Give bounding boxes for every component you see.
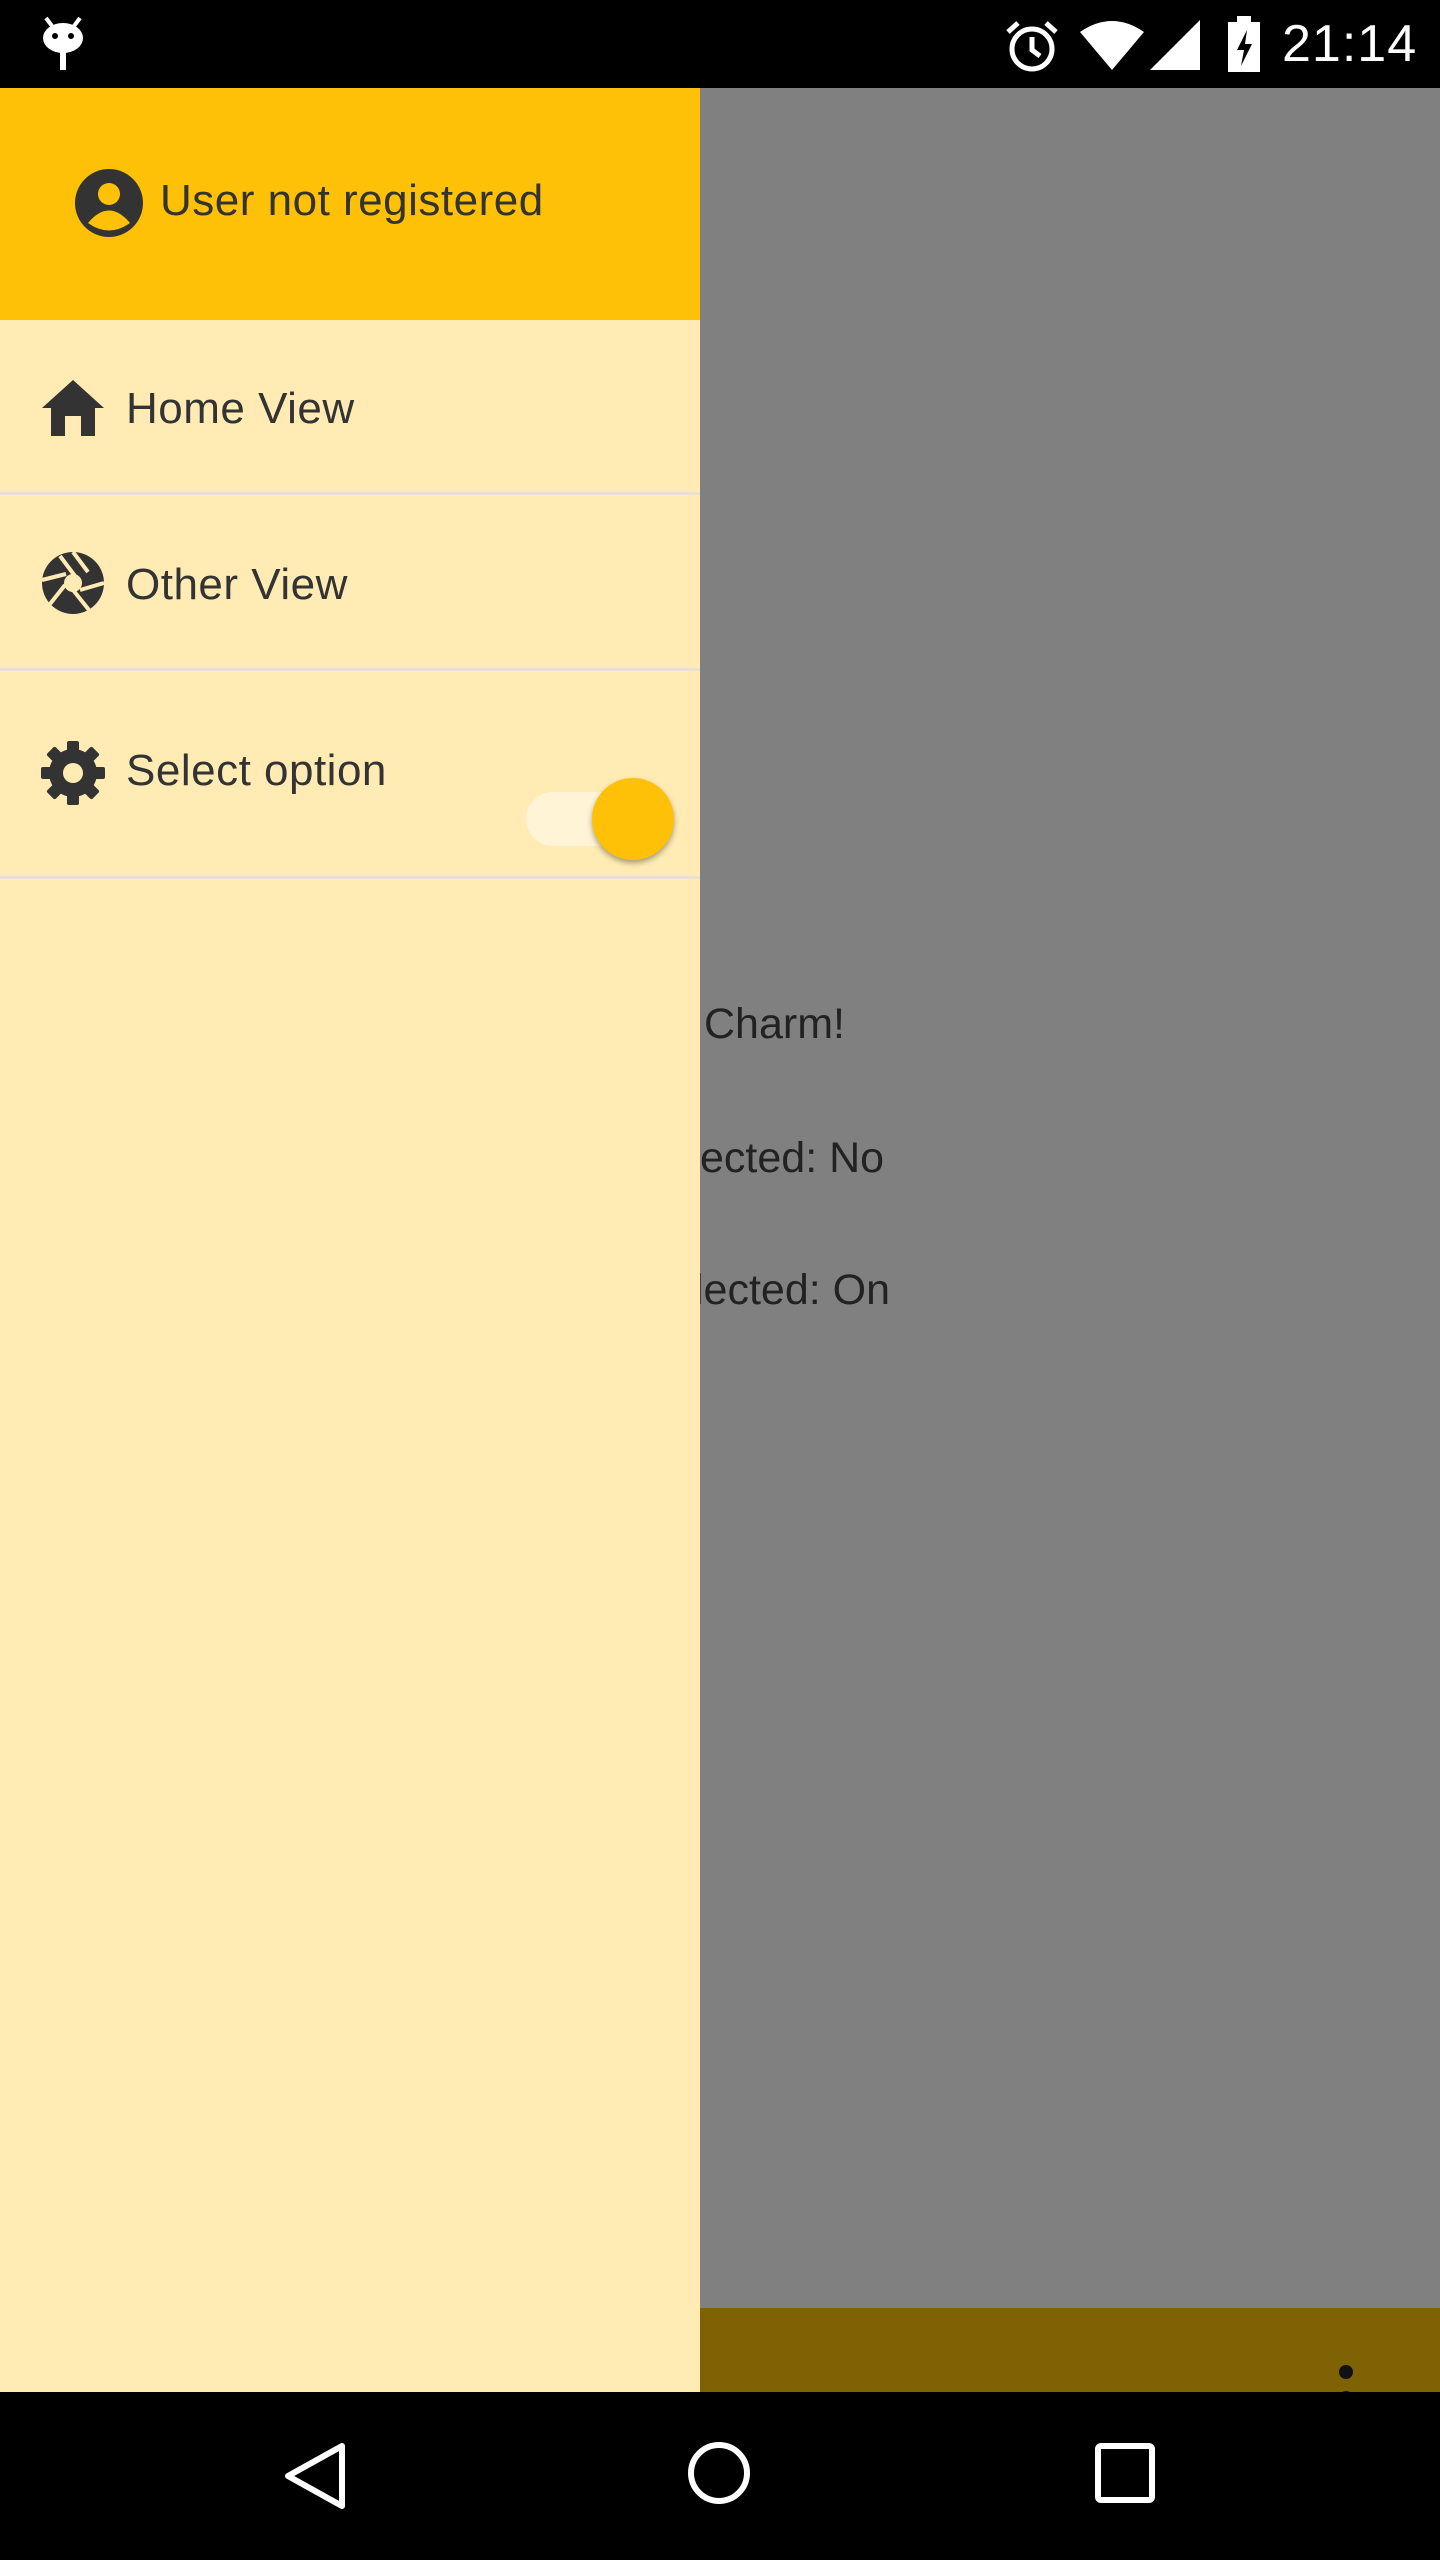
user-status-label: User not registered	[160, 176, 544, 225]
content-line-1: Charm!	[704, 1000, 845, 1048]
menu-item-other-view[interactable]: Other View	[0, 498, 700, 671]
gear-icon	[41, 741, 105, 805]
menu-item-label: Select option	[126, 746, 387, 795]
menu-item-select-option[interactable]: Select option	[0, 674, 700, 879]
home-icon	[42, 380, 104, 436]
content-line-2: ected: No	[700, 1134, 885, 1182]
system-nav-bar	[0, 2392, 1440, 2560]
wifi-icon	[1080, 21, 1144, 70]
alarm-icon	[1006, 21, 1058, 72]
switch-thumb	[592, 778, 674, 860]
select-option-switch[interactable]	[526, 764, 676, 864]
signal-icon	[1150, 20, 1200, 70]
menu-item-home-view[interactable]: Home View	[0, 324, 700, 495]
status-bar: 21:14	[0, 0, 1440, 88]
back-icon[interactable]	[282, 2440, 348, 2512]
battery-charging-icon	[1228, 16, 1260, 72]
home-nav-icon[interactable]	[686, 2440, 752, 2506]
content-line-3: lected: On	[694, 1266, 890, 1314]
account-circle-icon	[75, 169, 143, 237]
menu-item-label: Other View	[126, 560, 348, 609]
aperture-icon	[41, 550, 105, 614]
drawer-header: User not registered	[0, 88, 700, 320]
menu-item-label: Home View	[126, 384, 355, 433]
debug-icon	[43, 16, 83, 70]
recents-icon[interactable]	[1094, 2442, 1156, 2504]
clock: 21:14	[1282, 15, 1418, 73]
navigation-drawer: User not registered Home View Other View…	[0, 88, 700, 2392]
